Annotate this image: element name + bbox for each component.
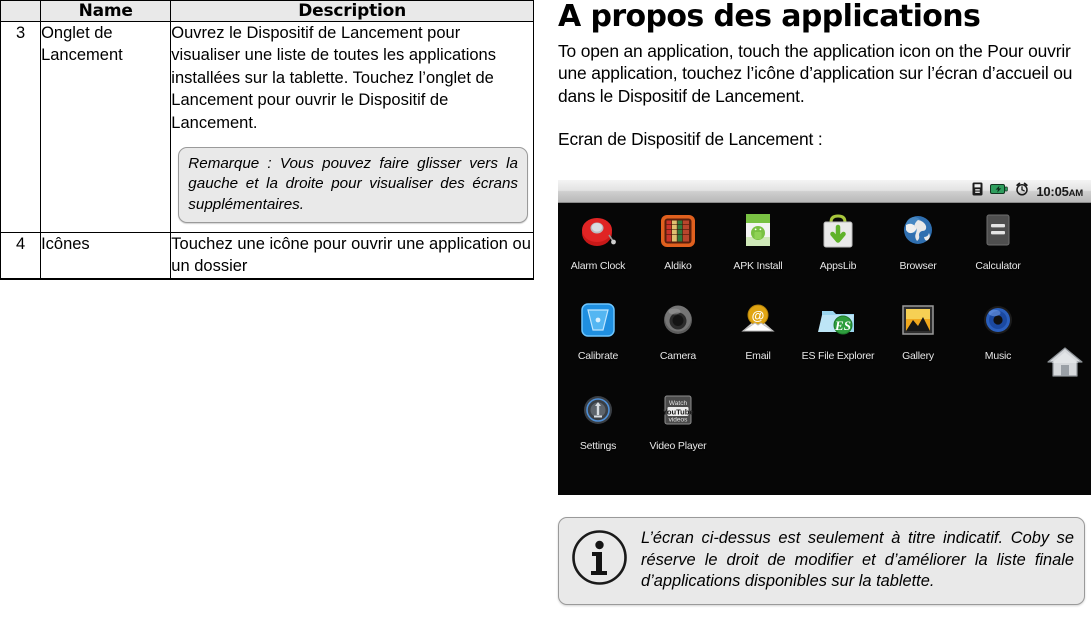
clock-ampm: AM: [1068, 187, 1084, 199]
app-item-alarm-clock[interactable]: Alarm Clock: [558, 211, 638, 272]
info-callout: L’écran ci-dessus est seulement à titre …: [558, 517, 1085, 605]
row-number: 4: [0, 231, 42, 280]
launcher-screenshot: 10:05AM Alarm Clock Aldiko APK Install A…: [558, 180, 1091, 495]
alarm-clock-app-icon: [576, 211, 620, 255]
row-description-cell: Ouvrez le Dispositif de Lancement pour v…: [170, 21, 534, 233]
spec-table-container: Name Description 3 Onglet de Lancement O…: [0, 0, 534, 280]
row-description-text: Ouvrez le Dispositif de Lancement pour v…: [171, 24, 496, 132]
column-header-description: Description: [170, 0, 534, 22]
info-circle-icon: [571, 529, 628, 586]
launcher-screen-caption: Ecran de Dispositif de Lancement :: [558, 129, 823, 150]
svg-text:ES: ES: [834, 318, 851, 333]
app-row: Alarm Clock Aldiko APK Install AppsLib B…: [558, 211, 1038, 272]
settings-icon: [576, 391, 620, 435]
app-label: Settings: [579, 440, 617, 452]
app-item-calibrate[interactable]: Calibrate: [558, 301, 638, 362]
app-item-appslib[interactable]: AppsLib: [798, 211, 878, 272]
app-label: Video Player: [649, 440, 707, 452]
app-label: Browser: [899, 260, 937, 272]
status-icon-group: 10:05AM: [972, 180, 1083, 202]
app-label: Alarm Clock: [570, 260, 626, 272]
app-item-browser[interactable]: Browser: [878, 211, 958, 272]
app-label: APK Install: [733, 260, 783, 272]
info-callout-text: L’écran ci-dessus est seulement à titre …: [641, 529, 1074, 591]
svg-text:@: @: [752, 308, 765, 323]
row-name: Onglet de Lancement: [40, 21, 172, 233]
app-label: AppsLib: [819, 260, 857, 272]
row-number: 3: [0, 21, 42, 233]
column-header-number: [0, 0, 42, 22]
svg-text:Watch: Watch: [669, 400, 688, 407]
app-grid: Alarm Clock Aldiko APK Install AppsLib B…: [558, 203, 1091, 495]
feature-spec-table: Name Description 3 Onglet de Lancement O…: [0, 0, 534, 280]
camera-icon: [656, 301, 700, 345]
table-header-row: Name Description: [0, 0, 534, 22]
app-label: Email: [745, 350, 771, 362]
table-row: 4 Icônes Touchez une icône pour ouvrir u…: [0, 231, 534, 280]
sd-card-icon: [972, 182, 983, 201]
app-item-settings[interactable]: Settings: [558, 391, 638, 452]
apk-install-icon: [736, 211, 780, 255]
row-name: Icônes: [40, 231, 172, 280]
row-description-text: Touchez une icône pour ouvrir une applic…: [170, 231, 534, 280]
calculator-icon: [976, 211, 1020, 255]
page-title: A propos des applications: [558, 0, 981, 34]
clock-time: 10:05: [1036, 183, 1069, 199]
email-envelope-icon: @: [736, 301, 780, 345]
app-label: Calculator: [975, 260, 1021, 272]
table-row: 3 Onglet de Lancement Ouvrez le Disposit…: [0, 21, 534, 233]
music-speaker-icon: [976, 301, 1020, 345]
app-item-music[interactable]: Music: [958, 301, 1038, 362]
es-file-explorer-icon: ES: [816, 301, 860, 345]
app-item-calculator[interactable]: Calculator: [958, 211, 1038, 272]
video-player-youtube-icon: Watch YouTube videos: [656, 391, 700, 435]
app-item-apk-install[interactable]: APK Install: [718, 211, 798, 272]
app-item-es-file-explorer[interactable]: ES ES File Explorer: [798, 301, 878, 362]
intro-paragraph: To open an application, touch the applic…: [558, 40, 1073, 106]
app-row: Calibrate Camera @ Email ES ES File Expl…: [558, 301, 1038, 362]
app-item-video-player[interactable]: Watch YouTube videos Video Player: [638, 391, 718, 452]
svg-text:videos: videos: [669, 417, 689, 424]
status-bar-clock: 10:05AM: [1036, 184, 1083, 199]
aldiko-books-icon: [656, 211, 700, 255]
column-header-name: Name: [40, 0, 172, 22]
app-item-email[interactable]: @ Email: [718, 301, 798, 362]
app-label: Aldiko: [664, 260, 692, 272]
right-content-column: A propos des applications To open an app…: [558, 0, 1091, 605]
tablet-status-bar: 10:05AM: [558, 180, 1091, 203]
svg-text:YouTube: YouTube: [662, 407, 693, 416]
alarm-clock-icon: [1015, 182, 1029, 201]
calibrate-icon: [576, 301, 620, 345]
app-label: Calibrate: [577, 350, 619, 362]
app-label: Music: [984, 350, 1012, 362]
app-row: Settings Watch YouTube videos Video Play…: [558, 391, 1038, 452]
battery-icon: [990, 182, 1009, 200]
app-item-gallery[interactable]: Gallery: [878, 301, 958, 362]
appslib-bag-icon: [816, 211, 860, 255]
browser-globe-icon: [896, 211, 940, 255]
app-label: Gallery: [902, 350, 934, 362]
remark-note-box: Remarque : Vous pouvez faire glisser ver…: [178, 147, 528, 223]
app-item-camera[interactable]: Camera: [638, 301, 718, 362]
app-item-aldiko[interactable]: Aldiko: [638, 211, 718, 272]
home-icon[interactable]: [1045, 344, 1085, 380]
gallery-icon: [896, 301, 940, 345]
app-label: ES File Explorer: [801, 350, 875, 362]
app-label: Camera: [659, 350, 697, 362]
